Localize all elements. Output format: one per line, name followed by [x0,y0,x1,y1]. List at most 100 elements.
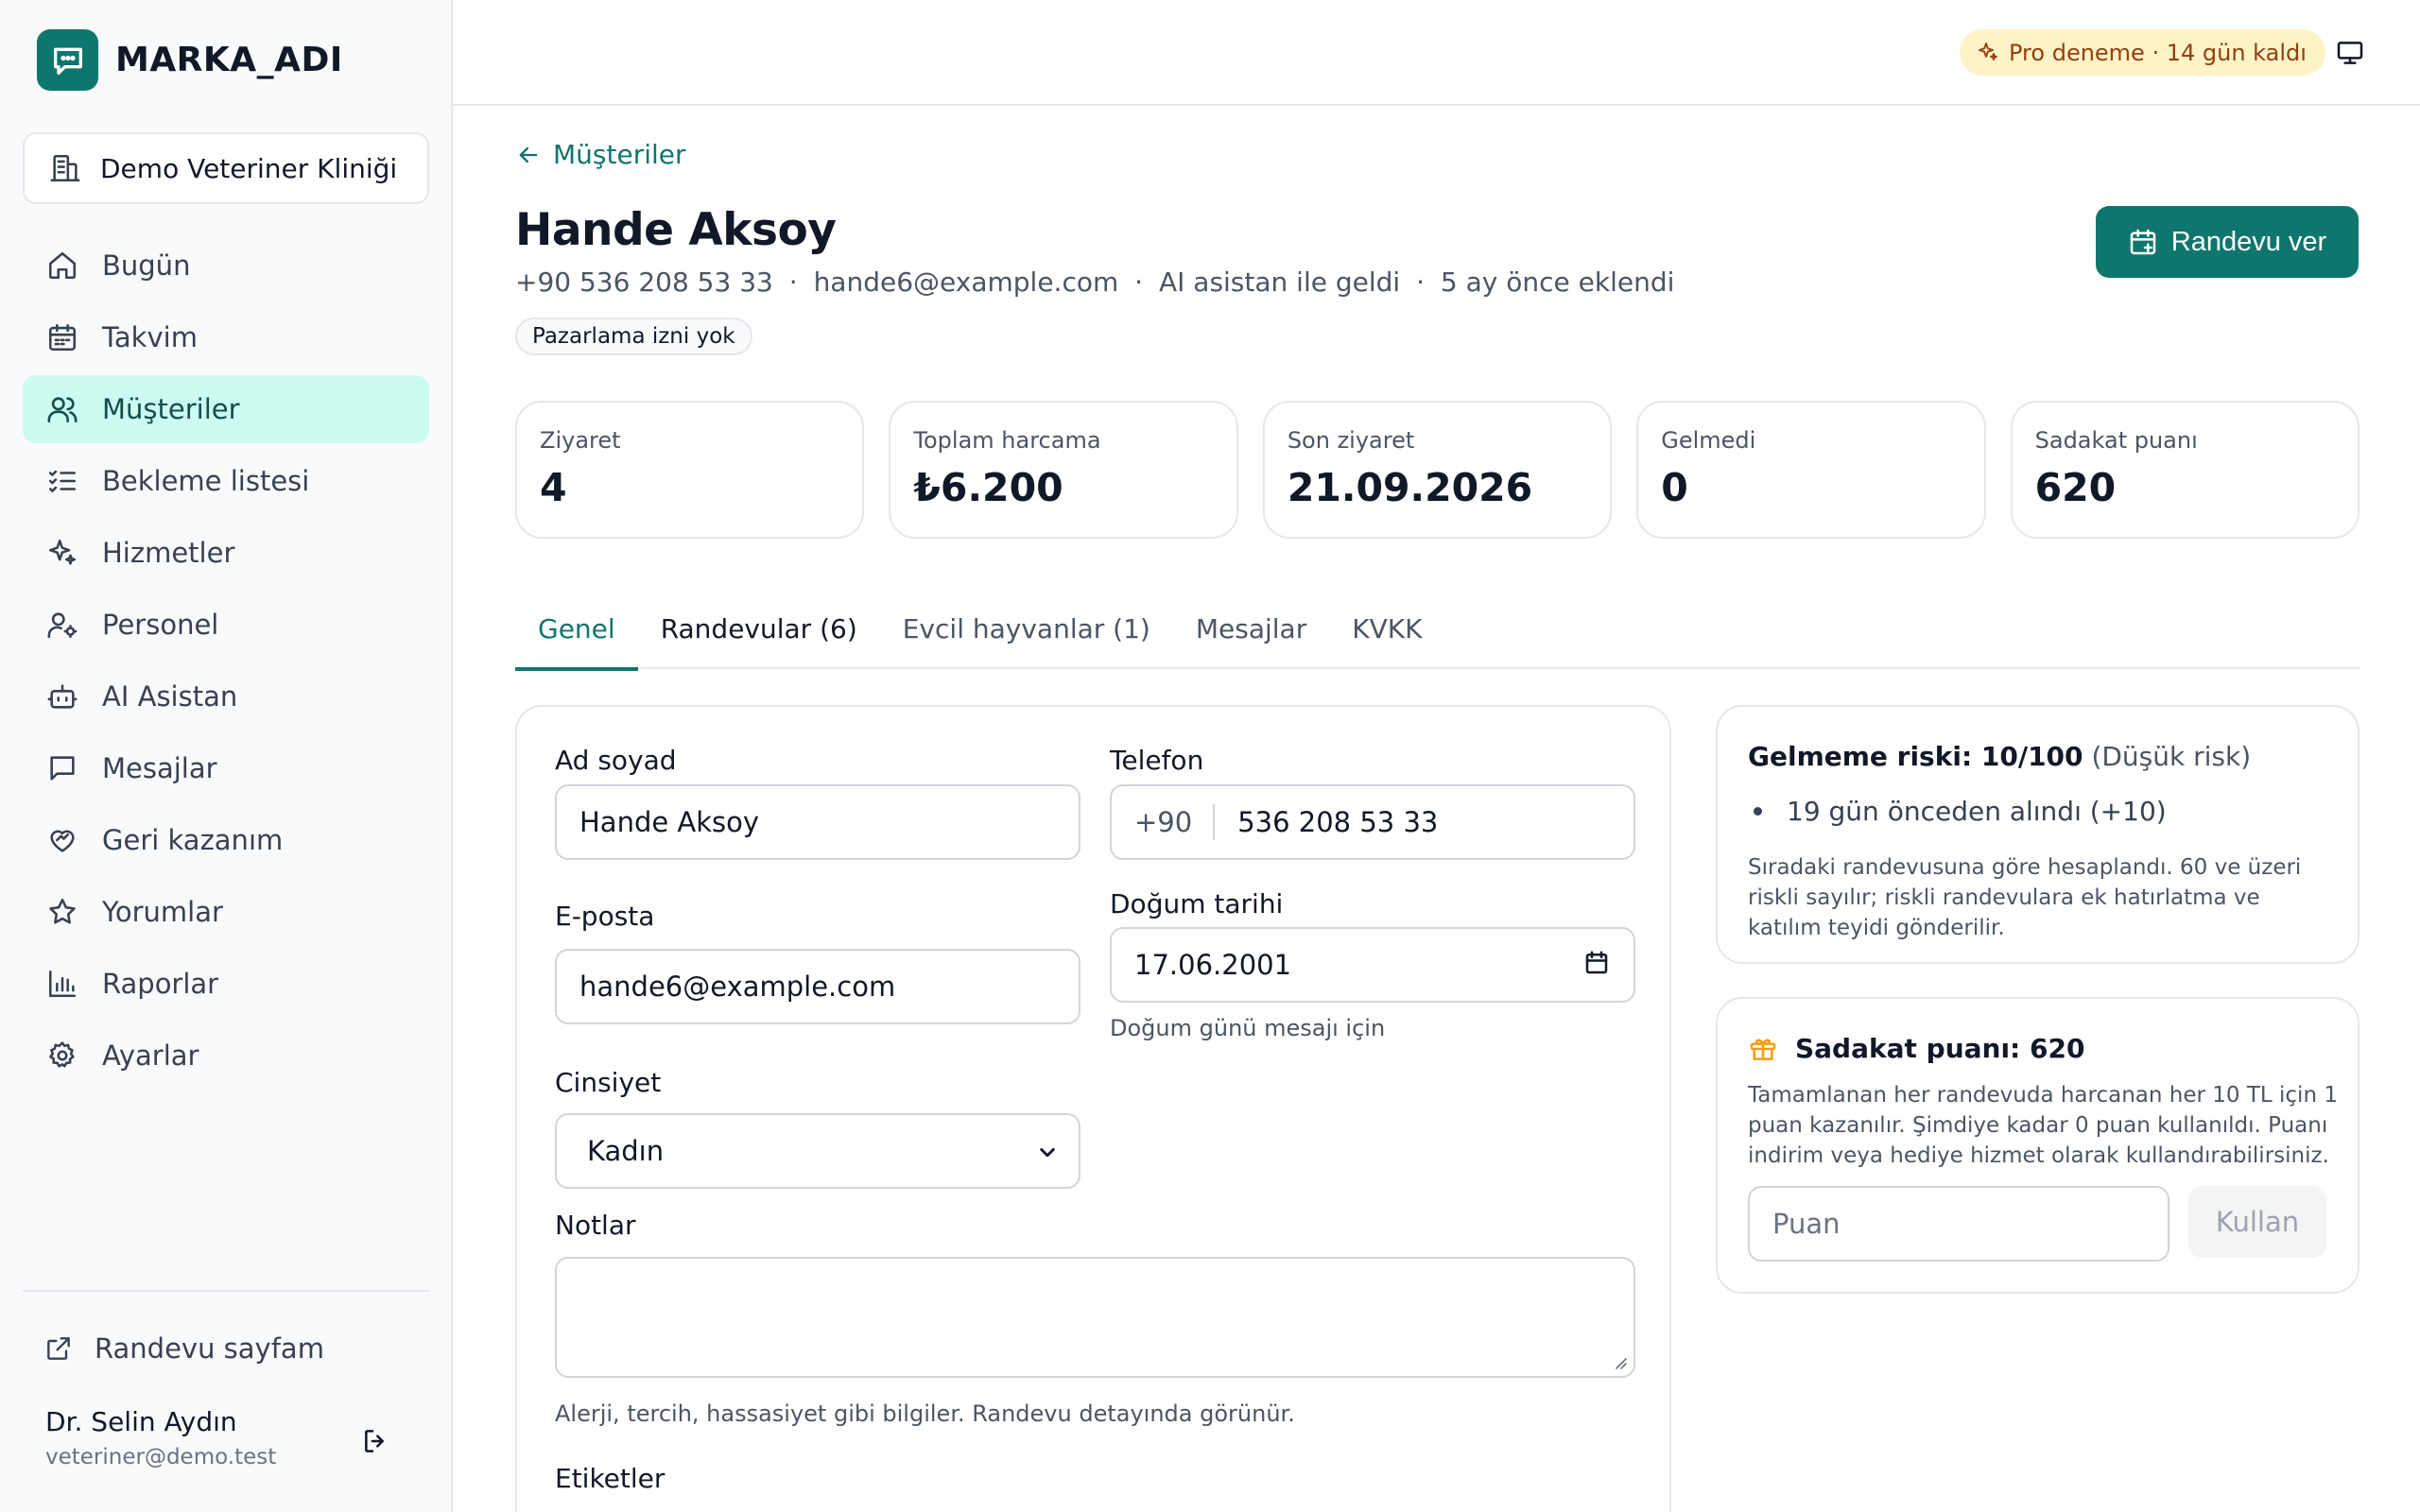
gender-select-value: Kadın [587,1135,665,1167]
calendar-plus-icon [2128,227,2158,257]
nav-label: Bugün [102,249,191,282]
phone-input-value: 536 208 53 33 [1237,806,1439,838]
phone-input[interactable]: +90 536 208 53 33 [1110,784,1635,860]
calendar-icon[interactable] [1582,949,1611,977]
birth-date-value: 17.06.2001 [1134,949,1292,981]
meta-separator: · [1134,266,1144,298]
back-to-customers-link[interactable]: Müşteriler [515,139,686,170]
user-gear-icon [45,608,79,642]
customer-stats: Ziyaret 4 Toplam harcama ₺6.200 Son ziya… [515,401,2360,539]
logout-button[interactable] [357,1422,395,1460]
customer-added: 5 ay önce eklendi [1440,266,1675,298]
use-points-button[interactable]: Kullan [2188,1186,2326,1258]
email-label: E-posta [555,901,655,932]
arrow-left-icon [515,142,542,168]
nav-item-personel[interactable]: Personel [23,591,429,659]
top-bar: Pro deneme · 14 gün kaldı [453,0,2420,106]
nav-item-ai-asistan[interactable]: AI Asistan [23,662,429,730]
nav-item-geri-kazanim[interactable]: Geri kazanım [23,806,429,874]
name-input-value: Hande Aksoy [579,806,760,838]
points-input-placeholder: Puan [1772,1208,1841,1240]
back-link-label: Müşteriler [553,139,686,170]
email-input[interactable]: hande6@example.com [555,949,1080,1024]
meta-separator: · [788,266,798,298]
marketing-consent-badge: Pazarlama izni yok [515,318,752,355]
notes-hint: Alerji, tercih, hassasiyet gibi bilgiler… [555,1400,1295,1427]
tab-randevular[interactable]: Randevular (6) [638,588,880,669]
home-icon [45,249,79,283]
loyalty-title: Sadakat puanı: 620 [1748,1033,2084,1064]
star-icon [45,895,79,929]
loyalty-title-text: Sadakat puanı: 620 [1795,1033,2085,1064]
name-input[interactable]: Hande Aksoy [555,784,1080,860]
tab-genel[interactable]: Genel [515,588,638,671]
nav-item-bugun[interactable]: Bugün [23,232,429,300]
sparkles-icon [1977,41,1999,63]
user-profile: Dr. Selin Aydın veteriner@demo.test [45,1406,276,1469]
notes-textarea[interactable] [555,1257,1635,1378]
risk-level: (Düşük risk) [2091,741,2252,772]
customer-phone: +90 536 208 53 33 [515,266,773,298]
nav-item-ayarlar[interactable]: Ayarlar [23,1022,429,1090]
nav-label: Personel [102,609,219,641]
resize-handle-icon[interactable] [1609,1351,1628,1370]
external-link-icon [43,1333,74,1364]
calendar-icon [45,320,79,354]
customer-name-title: Hande Aksoy [515,204,837,256]
trial-badge[interactable]: Pro deneme · 14 gün kaldı [1960,29,2325,76]
nav-item-mesajlar[interactable]: Mesajlar [23,734,429,802]
stat-label: Sadakat puanı [2034,427,2198,454]
phone-country-prefix[interactable]: +90 [1134,804,1216,840]
phone-label: Telefon [1110,745,1204,776]
stat-label: Toplam harcama [913,427,1101,454]
stat-label: Son ziyaret [1287,427,1415,454]
nav-item-bekleme-listesi[interactable]: Bekleme listesi [23,447,429,515]
notes-label: Notlar [555,1210,636,1241]
customer-form: Ad soyad Hande Aksoy Telefon +90 536 208… [515,705,1671,1512]
gender-select[interactable]: Kadın [555,1113,1080,1189]
customer-meta: +90 536 208 53 33 · hande6@example.com ·… [515,266,1674,298]
chevron-down-icon [1033,1138,1062,1166]
nav-item-hizmetler[interactable]: Hizmetler [23,519,429,587]
sidebar-divider [23,1290,429,1292]
points-input[interactable]: Puan [1748,1186,2169,1262]
nav-item-yorumlar[interactable]: Yorumlar [23,878,429,946]
tab-kvkk[interactable]: KVKK [1329,588,1444,669]
book-appointment-label: Randevu ver [2170,226,2327,257]
nav-label: Yorumlar [102,896,223,928]
birth-date-input[interactable]: 17.06.2001 [1110,927,1635,1003]
brand[interactable]: MARKA_ADI [37,29,343,91]
stat-value: 4 [540,465,567,510]
loyalty-description: Tamamlanan her randevuda harcanan her 10… [1748,1083,2338,1168]
tab-evcil-hayvanlar[interactable]: Evcil hayvanlar (1) [880,588,1173,669]
sidebar: MARKA_ADI Demo Veteriner Kliniği Bugün T… [0,0,453,1512]
message-square-icon [45,751,79,785]
organization-switcher[interactable]: Demo Veteriner Kliniği [23,132,429,204]
nav-label: Geri kazanım [102,824,284,856]
stat-value: 21.09.2026 [1287,465,1533,510]
tab-mesajlar[interactable]: Mesajlar [1173,588,1329,669]
stat-card-no-show: Gelmedi 0 [1636,401,1986,539]
nav-label: Bekleme listesi [102,465,310,497]
customer-tabs: Genel Randevular (6) Evcil hayvanlar (1)… [515,588,2360,671]
risk-factor-text: 19 gün önceden alındı (+10) [1787,796,2167,827]
booking-page-link[interactable]: Randevu sayfam [23,1315,429,1382]
book-appointment-button[interactable]: Randevu ver [2096,206,2359,278]
nav-label: Raporlar [102,968,219,1000]
risk-description: Sıradaki randevusuna göre hesaplandı. 60… [1748,855,2302,940]
list-check-icon [45,464,79,498]
nav-label: Müşteriler [102,393,240,425]
nav-item-musteriler[interactable]: Müşteriler [23,375,429,443]
stat-label: Ziyaret [540,427,621,454]
nav-item-raporlar[interactable]: Raporlar [23,950,429,1018]
nav-label: AI Asistan [102,680,238,713]
display-mode-button[interactable] [2331,34,2369,72]
nav-item-takvim[interactable]: Takvim [23,303,429,371]
settings-gear-icon [45,1039,79,1073]
bar-chart-icon [45,967,79,1001]
nav-label: Mesajlar [102,752,217,784]
heart-handshake-icon [45,823,79,857]
risk-title: Gelmeme riski: 10/100 (Düşük risk) [1748,741,2251,772]
gift-icon [1748,1034,1778,1064]
organization-name: Demo Veteriner Kliniği [100,152,398,184]
